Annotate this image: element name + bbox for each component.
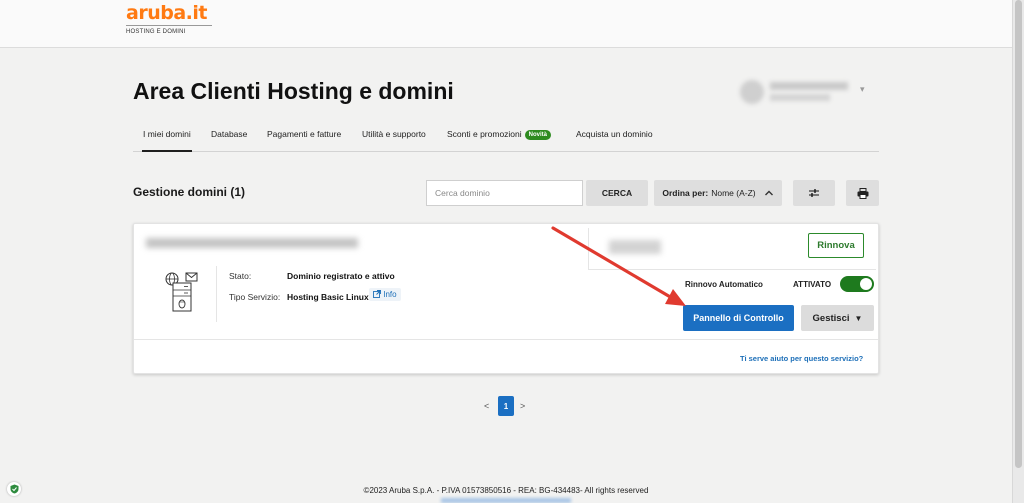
help-link[interactable]: Ti serve aiuto per questo servizio? bbox=[740, 354, 863, 363]
sort-label: Ordina per: bbox=[662, 188, 709, 198]
auto-renew-label: Rinnovo Automatico bbox=[685, 280, 763, 289]
pagination: < 1 > bbox=[480, 396, 540, 416]
toggle-knob bbox=[860, 278, 872, 290]
domain-name-redacted[interactable] bbox=[146, 238, 358, 248]
shield-check-icon bbox=[10, 484, 18, 494]
control-panel-button[interactable]: Pannello di Controllo bbox=[683, 305, 794, 331]
info-link-label: Info bbox=[383, 290, 397, 299]
sliders-icon bbox=[809, 189, 819, 197]
domain-card: Rinnova Stato: Dominio registrato e atti… bbox=[133, 223, 879, 374]
tab-utilities-support[interactable]: Utilità e supporto bbox=[362, 129, 426, 139]
top-header: aruba.it HOSTING E DOMINI bbox=[0, 0, 1012, 48]
user-account-menu[interactable]: ▾ bbox=[736, 74, 876, 112]
info-link[interactable]: Info bbox=[369, 288, 401, 301]
manage-dropdown-button[interactable]: Gestisci ▼ bbox=[801, 305, 874, 331]
chevron-down-icon[interactable]: ▾ bbox=[860, 84, 865, 95]
logo-subtitle: HOSTING E DOMINI bbox=[126, 29, 186, 35]
card-divider bbox=[134, 339, 878, 340]
caret-down-icon: ▼ bbox=[854, 313, 863, 323]
section-title: Gestione domini (1) bbox=[133, 185, 246, 199]
auto-renew-status: ATTIVATO bbox=[793, 280, 832, 289]
chevron-up-icon bbox=[764, 190, 773, 196]
service-type-value: Hosting Basic Linux bbox=[287, 292, 369, 302]
logo-text: aruba.it bbox=[126, 2, 207, 24]
shield-icon[interactable] bbox=[7, 482, 21, 496]
footer-links-text bbox=[441, 498, 571, 503]
tab-label: Acquista un dominio bbox=[576, 129, 653, 139]
new-badge: Novità bbox=[524, 130, 551, 140]
print-button[interactable] bbox=[846, 180, 879, 206]
sort-dropdown[interactable]: Ordina per: Nome (A-Z) bbox=[654, 180, 782, 206]
sort-value: Nome (A-Z) bbox=[711, 188, 756, 198]
user-name-redacted bbox=[770, 82, 848, 90]
auto-renew-toggle[interactable] bbox=[840, 276, 874, 292]
hosting-server-icon bbox=[165, 272, 198, 312]
avatar bbox=[740, 80, 764, 104]
tab-my-domains[interactable]: I miei domini bbox=[142, 129, 192, 152]
footer-copyright: ©2023 Aruba S.p.A. - P.IVA 01573850516 -… bbox=[363, 486, 649, 495]
tab-payments-invoices[interactable]: Pagamenti e fatture bbox=[267, 129, 341, 139]
tab-buy-domain[interactable]: Acquista un dominio bbox=[576, 129, 653, 139]
tab-label: Utilità e supporto bbox=[362, 129, 426, 139]
printer-icon bbox=[857, 187, 868, 199]
manage-button-label: Gestisci bbox=[812, 312, 850, 324]
aruba-logo[interactable]: aruba.it HOSTING E DOMINI bbox=[126, 2, 216, 35]
page-title: Area Clienti Hosting e domini bbox=[133, 78, 454, 104]
filter-button[interactable] bbox=[793, 180, 835, 206]
expiry-date-redacted bbox=[609, 240, 661, 254]
tab-label: Database bbox=[211, 129, 248, 139]
tab-label: Sconti e promozioni bbox=[447, 129, 522, 139]
user-id-redacted bbox=[770, 94, 830, 101]
renew-button[interactable]: Rinnova bbox=[808, 233, 864, 258]
scrollbar-thumb[interactable] bbox=[1015, 0, 1022, 468]
footer-links[interactable] bbox=[0, 498, 1012, 503]
pagination-prev[interactable]: < bbox=[484, 401, 489, 411]
page-scrollbar[interactable] bbox=[1012, 0, 1024, 503]
search-button[interactable]: CERCA bbox=[586, 180, 648, 206]
pagination-next[interactable]: > bbox=[520, 401, 525, 411]
tab-label: I miei domini bbox=[143, 129, 191, 139]
external-link-icon bbox=[373, 290, 381, 298]
domain-search-input[interactable] bbox=[426, 180, 583, 206]
status-label: Stato: bbox=[229, 271, 252, 281]
tab-discounts-promotions[interactable]: Sconti e promozioni Novità bbox=[447, 129, 551, 140]
pagination-page[interactable]: 1 bbox=[498, 396, 514, 416]
tab-label: Pagamenti e fatture bbox=[267, 129, 342, 139]
card-vertical-divider bbox=[216, 266, 217, 322]
status-value: Dominio registrato e attivo bbox=[287, 271, 395, 281]
logo-divider bbox=[126, 25, 212, 26]
tab-database[interactable]: Database bbox=[211, 129, 247, 139]
main-tabs: I miei domini Database Pagamenti e fattu… bbox=[133, 122, 879, 152]
service-type-label: Tipo Servizio: bbox=[229, 292, 281, 302]
